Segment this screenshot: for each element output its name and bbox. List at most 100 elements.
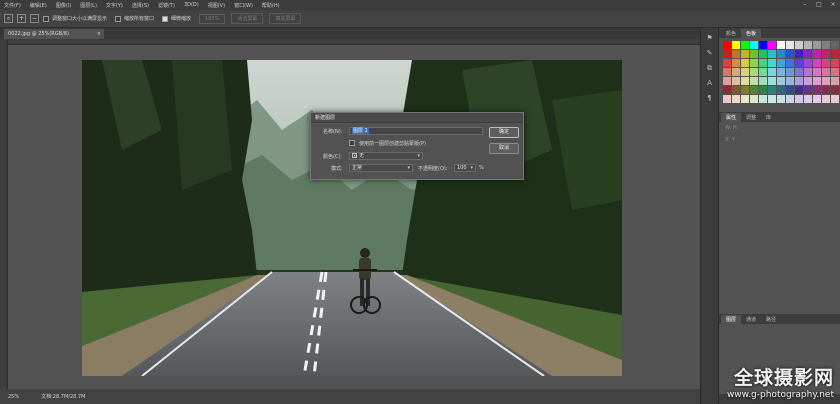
color-swatch[interactable] <box>759 50 767 58</box>
color-swatch[interactable] <box>732 59 740 67</box>
color-swatch[interactable] <box>822 77 830 85</box>
color-swatch[interactable] <box>795 41 803 49</box>
color-swatch[interactable] <box>777 77 785 85</box>
color-swatch[interactable] <box>741 59 749 67</box>
zoom-out-icon[interactable]: − <box>30 14 39 23</box>
color-swatch[interactable] <box>804 86 812 94</box>
color-swatch[interactable] <box>795 50 803 58</box>
color-swatch[interactable] <box>813 50 821 58</box>
cancel-button[interactable]: 取消 <box>489 143 519 154</box>
color-swatch[interactable] <box>804 95 812 103</box>
color-swatch[interactable] <box>741 50 749 58</box>
color-swatch[interactable] <box>813 59 821 67</box>
color-swatch[interactable] <box>786 50 794 58</box>
color-swatch[interactable] <box>768 59 776 67</box>
layer-name-input[interactable]: 图层 1 <box>349 127 483 135</box>
color-swatch[interactable] <box>750 59 758 67</box>
color-swatch[interactable] <box>804 77 812 85</box>
close-window-icon[interactable]: × <box>826 0 840 10</box>
color-swatch[interactable] <box>777 86 785 94</box>
color-swatch[interactable] <box>822 50 830 58</box>
color-swatch[interactable] <box>777 68 785 76</box>
color-swatch[interactable] <box>795 77 803 85</box>
color-swatch[interactable] <box>822 86 830 94</box>
color-swatch[interactable] <box>732 68 740 76</box>
color-swatch[interactable] <box>813 68 821 76</box>
fit-screen-button[interactable]: 适合屏幕 <box>231 13 264 24</box>
color-swatch[interactable] <box>795 95 803 103</box>
history-icon[interactable]: ⚑ <box>705 33 715 43</box>
color-swatch[interactable] <box>741 68 749 76</box>
menu-image[interactable]: 图像(I) <box>56 2 71 9</box>
color-swatch[interactable] <box>795 86 803 94</box>
color-swatch[interactable] <box>831 95 839 103</box>
color-select[interactable]: × 无 <box>349 152 423 160</box>
resize-windows-checkbox[interactable]: 调整窗口大小以满屏显示 <box>43 15 107 22</box>
color-swatch[interactable] <box>732 77 740 85</box>
color-swatch[interactable] <box>831 77 839 85</box>
tab-paths[interactable]: 路径 <box>761 315 781 324</box>
menu-help[interactable]: 帮助(H) <box>262 2 280 9</box>
zoom-all-windows-checkbox[interactable]: 缩放所有窗口 <box>115 15 154 22</box>
maximize-icon[interactable]: □ <box>812 0 826 10</box>
color-swatch[interactable] <box>822 59 830 67</box>
menu-layer[interactable]: 图层(L) <box>80 2 97 9</box>
color-swatch[interactable] <box>822 68 830 76</box>
color-swatch[interactable] <box>732 86 740 94</box>
zoom-in-icon[interactable]: + <box>17 14 26 23</box>
color-swatch[interactable] <box>813 77 821 85</box>
zoom-tool-icon[interactable]: ⌕ <box>4 14 13 23</box>
color-swatch[interactable] <box>750 68 758 76</box>
color-swatch[interactable] <box>732 95 740 103</box>
color-swatch[interactable] <box>759 68 767 76</box>
color-swatch[interactable] <box>795 68 803 76</box>
document-image[interactable] <box>82 60 622 376</box>
tab-adjustments[interactable]: 调整 <box>741 113 761 122</box>
tab-channels[interactable]: 通道 <box>741 315 761 324</box>
color-swatch[interactable] <box>831 50 839 58</box>
menu-edit[interactable]: 编辑(E) <box>30 2 47 9</box>
document-tab[interactable]: 0022.jpg @ 25%(RGB/8) × <box>4 29 104 39</box>
color-swatch[interactable] <box>831 59 839 67</box>
color-swatch[interactable] <box>768 68 776 76</box>
color-swatch[interactable] <box>777 59 785 67</box>
color-swatch[interactable] <box>750 86 758 94</box>
color-swatch[interactable] <box>804 50 812 58</box>
menu-type[interactable]: 文字(Y) <box>106 2 123 9</box>
menu-select[interactable]: 选择(S) <box>132 2 149 9</box>
color-swatch[interactable] <box>750 41 758 49</box>
color-swatch[interactable] <box>786 41 794 49</box>
color-swatch[interactable] <box>741 41 749 49</box>
menu-3d[interactable]: 3D(D) <box>184 2 199 8</box>
color-swatch[interactable] <box>831 68 839 76</box>
color-swatch[interactable] <box>777 95 785 103</box>
color-swatch[interactable] <box>768 95 776 103</box>
color-swatch[interactable] <box>822 95 830 103</box>
color-swatch[interactable] <box>732 50 740 58</box>
color-swatch[interactable] <box>786 86 794 94</box>
color-swatch[interactable] <box>822 41 830 49</box>
brush-preset-icon[interactable]: ✎ <box>705 48 715 58</box>
color-swatch[interactable] <box>768 77 776 85</box>
opacity-input[interactable]: 100 <box>454 164 476 172</box>
color-swatch[interactable] <box>723 95 731 103</box>
color-swatch[interactable] <box>741 86 749 94</box>
color-swatch[interactable] <box>831 41 839 49</box>
color-swatch[interactable] <box>804 68 812 76</box>
menu-filter[interactable]: 滤镜(T) <box>158 2 175 9</box>
color-swatch[interactable] <box>750 50 758 58</box>
zoom-100-button[interactable]: 100% <box>199 13 226 24</box>
color-swatch[interactable] <box>813 41 821 49</box>
color-swatch[interactable] <box>795 59 803 67</box>
color-swatch[interactable] <box>759 41 767 49</box>
fill-screen-button[interactable]: 填充屏幕 <box>269 13 302 24</box>
color-swatch[interactable] <box>750 77 758 85</box>
color-swatch[interactable] <box>741 77 749 85</box>
color-swatch[interactable] <box>777 50 785 58</box>
paragraph-icon[interactable]: ¶ <box>705 93 715 103</box>
color-swatch[interactable] <box>831 86 839 94</box>
color-swatch[interactable] <box>768 50 776 58</box>
color-swatch[interactable] <box>759 95 767 103</box>
color-swatch[interactable] <box>759 77 767 85</box>
mode-select[interactable]: 正常 <box>349 164 413 172</box>
